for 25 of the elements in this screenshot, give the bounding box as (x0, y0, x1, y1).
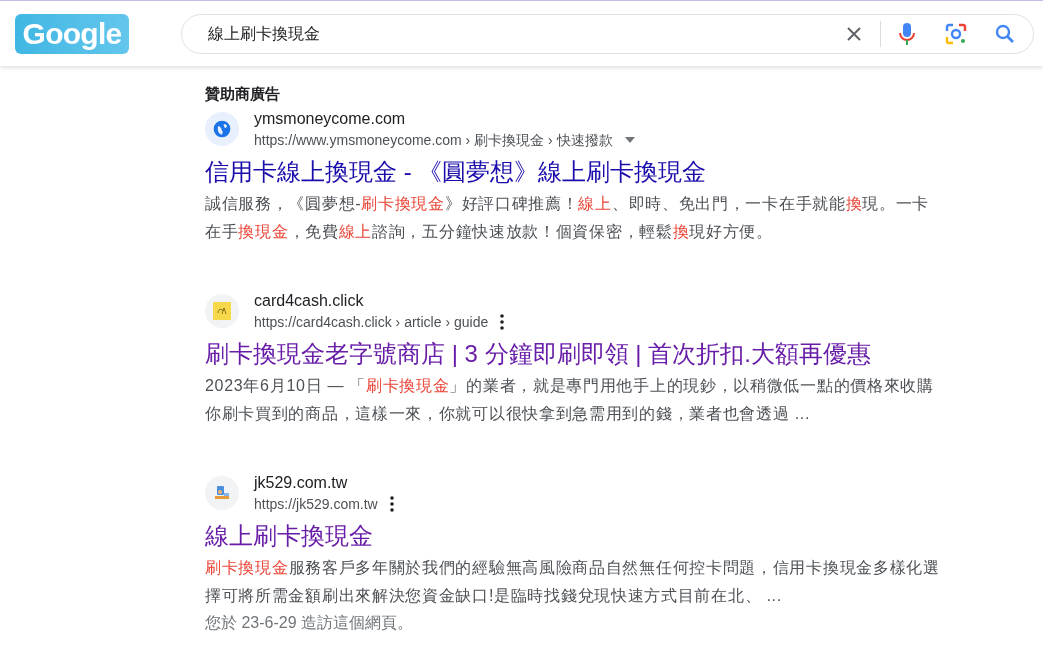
more-options-icon[interactable] (389, 496, 394, 512)
visit-note: 您於 23-6-29 造訪這個網頁。 (205, 613, 415, 633)
site-name[interactable]: ymsmoneycome.com (254, 108, 635, 130)
result-snippet: 2023年6月10日 — 「刷卡換現金」的業者，就是專門用他手上的現鈔，以稍微低一點的價格來收購你刷卡買到的商品，這樣一來，你就可以很快拿到急需用到的錢，業者也會透過 ... (205, 376, 935, 424)
camera-lens-icon[interactable] (945, 22, 967, 45)
search-query: 線上刷卡換現金 (208, 23, 321, 44)
sponsored-label: 贊助商廣告 (205, 84, 281, 104)
clear-icon[interactable] (846, 25, 862, 42)
result-url[interactable]: https://card4cash.click › article › guide (254, 312, 489, 332)
search-icon[interactable] (995, 23, 1015, 44)
result-url[interactable]: https://www.ymsmoneycome.com › 刷卡換現金 › 快速撥款 (254, 130, 613, 150)
result-title[interactable]: 線上刷卡換現金 (205, 520, 1043, 552)
person-at-desk-icon (205, 476, 239, 510)
site-name[interactable]: card4cash.click (254, 290, 505, 312)
site-logo-icon (205, 294, 239, 328)
result-snippet: 刷卡換現金服務客戶多年關於我們的經驗無高風險商品自然無任何控卡問題，信用卡換現金多樣化選擇可將所需金額刷出來解決您資金缺口!是臨時找錢兌現快速方式目前在北、 ... (205, 558, 941, 606)
more-options-icon[interactable] (500, 314, 505, 330)
result-url[interactable]: https://jk529.com.tw (254, 494, 378, 514)
result-title[interactable]: 刷卡換現金老字號商店 | 3 分鐘即刷即領 | 首次折扣.大額再優惠 (205, 338, 1043, 370)
result-title[interactable]: 信用卡線上換現金 - 《圓夢想》線上刷卡換現金 (205, 156, 1043, 188)
site-name[interactable]: jk529.com.tw (254, 472, 394, 494)
result-snippet: 誠信服務，《圓夢想-刷卡換現金》好評口碑推薦！線上、即時、免出門，一卡在手就能換現。一卡在手換現金，免費線上諮詢，五分鐘快速放款！個資保密，輕鬆換現好方便。 (205, 194, 931, 242)
globe-icon (205, 112, 239, 146)
microphone-icon[interactable] (899, 22, 915, 45)
caret-icon[interactable] (624, 137, 635, 143)
